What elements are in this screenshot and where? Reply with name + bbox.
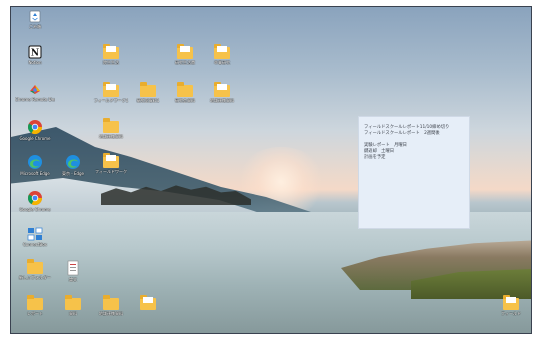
folder-icon (103, 153, 119, 168)
desktop-icon-label: Google Chrome (19, 136, 51, 141)
desktop-icon-notion[interactable]: N Notion (15, 45, 55, 65)
desktop-folder[interactable]: レポート (15, 295, 55, 316)
desktop-folder[interactable]: フィールドワーク1 (91, 82, 131, 103)
desktop-folder[interactable]: 卒業研究 (202, 44, 242, 65)
chrome-remote-desktop-icon (30, 85, 40, 94)
folder-icon (27, 295, 43, 310)
desktop-icon-label: 研究会資料 (175, 98, 195, 103)
folder-icon (65, 295, 81, 310)
desktop-icon-label: ConnectBox (23, 242, 47, 247)
desktop-icon-chrome-remote[interactable]: Chrome Remote Desktop (15, 82, 55, 102)
folder-icon (103, 118, 119, 133)
desktop-folder[interactable]: 地域連携資料 (91, 118, 131, 139)
desktop-icon-edge[interactable]: Microsoft Edge (15, 154, 55, 176)
desktop-icon-label: 資料 (69, 311, 77, 316)
desktop-icon-label: 地域連携資料 (99, 134, 123, 139)
document-icon (67, 260, 79, 276)
folder-icon (103, 82, 119, 97)
desktop-icon-label: 研究生活費 (175, 60, 195, 65)
desktop-icon-label: フィールドワーク (95, 169, 127, 174)
desktop-icon-label: 研究室資料1 (136, 98, 160, 103)
desktop-folder[interactable]: 研究室資料1 (128, 82, 168, 103)
desktop-icon-label: 東京 - Edge (61, 171, 85, 176)
desktop-icon-edge-profile[interactable]: 東京 - Edge (53, 154, 93, 176)
folder-icon (214, 82, 230, 97)
desktop-icon-recycle-bin[interactable]: ごみ箱 (15, 9, 55, 29)
notion-icon: N (28, 45, 42, 59)
desktop-icon-connect[interactable]: ConnectBox (15, 227, 55, 247)
desktop: ごみ箱 N Notion Chrome Remote Desktop Googl… (10, 6, 532, 334)
desktop-folder[interactable]: 地域連携資料 (91, 295, 131, 316)
desktop-icon-label: ごみ箱 (29, 24, 41, 29)
recycle-bin-icon (29, 10, 41, 23)
desktop-folder[interactable]: 研究生活費 (165, 44, 205, 65)
edge-icon (28, 155, 42, 169)
folder-icon (177, 44, 193, 59)
sticky-note[interactable]: フィールドスクールレポート11/10締め切り フィールドスクールレポート 2週間… (358, 116, 470, 229)
desktop-icon-label: 論文 (69, 277, 77, 282)
desktop-folder[interactable]: フィールドワーク (91, 153, 131, 174)
folder-icon (103, 295, 119, 310)
chrome-icon (27, 120, 43, 135)
desktop-icon-label: フィールド (501, 311, 521, 316)
folder-icon (140, 295, 156, 310)
desktop-icon-label: 新しいフォルダー (19, 275, 51, 280)
folder-icon (214, 44, 230, 59)
svg-text:N: N (31, 49, 39, 59)
desktop-icon-label: 地域連携資料 (99, 311, 123, 316)
sticky-note-line: 計画を予定 (364, 155, 386, 160)
desktop-folder[interactable]: 研究会資料 (165, 82, 205, 103)
desktop-icon-label: フィールドワーク1 (93, 98, 129, 103)
folder-icon (140, 82, 156, 97)
desktop-icon-chrome[interactable]: Google Chrome (15, 119, 55, 141)
desktop-icon-label: 卒業研究 (214, 60, 230, 65)
folder-icon (27, 259, 43, 274)
desktop-icon-label: 地域連携資料 (210, 98, 234, 103)
desktop-folder[interactable]: 資料 (53, 295, 93, 316)
desktop-icon-label: Chrome Remote Desktop (15, 97, 55, 102)
edge-icon (66, 155, 80, 169)
desktop-icon-label: レポート (27, 311, 43, 316)
folder-icon (103, 44, 119, 59)
desktop-folder[interactable]: 院生生活 (91, 44, 131, 65)
desktop-folder[interactable]: フィールド (491, 295, 531, 316)
folder-icon (177, 82, 193, 97)
chrome-icon (27, 191, 43, 206)
desktop-icon-label: Google Chrome (19, 207, 51, 212)
desktop-icon-label: 院生生活 (103, 60, 119, 65)
folder-icon (503, 295, 519, 310)
desktop-icon-chrome-2[interactable]: Google Chrome (15, 190, 55, 212)
desktop-icon-label: Microsoft Edge (20, 171, 50, 176)
desktop-icon-label: Notion (28, 60, 42, 65)
desktop-folder[interactable]: 新しいフォルダー (15, 259, 55, 280)
desktop-folder[interactable]: 地域連携資料 (202, 82, 242, 103)
desktop-document[interactable]: 論文 (53, 260, 93, 282)
desktop-folder[interactable] (128, 295, 168, 311)
connect-app-icon (27, 227, 43, 241)
